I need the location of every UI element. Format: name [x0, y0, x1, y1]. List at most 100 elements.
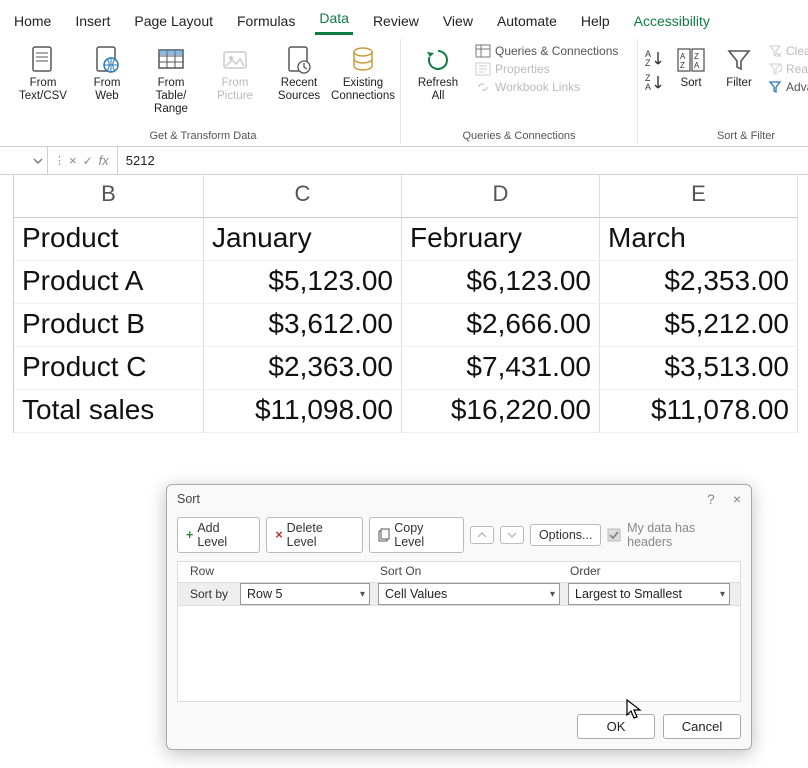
group-label: Get & Transform Data	[150, 128, 257, 144]
recent-sources-button[interactable]: Recent Sources	[268, 39, 330, 128]
refresh-all-button[interactable]: Refresh All	[407, 39, 469, 128]
cell[interactable]: $3,513.00	[600, 347, 798, 390]
tab-formulas[interactable]: Formulas	[233, 9, 299, 35]
tab-insert[interactable]: Insert	[71, 9, 114, 35]
svg-text:A: A	[680, 52, 686, 61]
sort-level-row: Sort by Row 5 ▾ Cell Values ▾ Largest to…	[178, 582, 740, 606]
tab-help[interactable]: Help	[577, 9, 614, 35]
cell[interactable]: $5,212.00	[600, 304, 798, 347]
move-up-button[interactable]	[470, 526, 494, 544]
fx-icon[interactable]: fx	[97, 153, 111, 168]
reapply-button[interactable]: Reapply	[764, 61, 808, 77]
existing-connections-button[interactable]: Existing Connections	[332, 39, 394, 128]
tab-automate[interactable]: Automate	[493, 9, 561, 35]
cell[interactable]: Product	[14, 218, 204, 261]
tab-data[interactable]: Data	[315, 6, 353, 35]
add-level-button[interactable]: + Add Level	[177, 517, 260, 553]
close-icon[interactable]: ×	[733, 491, 741, 507]
cell[interactable]: $2,666.00	[402, 304, 600, 347]
btn-label: Refresh All	[418, 77, 458, 103]
cell[interactable]: Product A	[14, 261, 204, 304]
from-picture-button[interactable]: From Picture	[204, 39, 266, 128]
svg-text:Z: Z	[694, 52, 699, 61]
label: Options...	[539, 528, 593, 542]
cancel-x-icon[interactable]: ×	[67, 153, 79, 168]
name-box[interactable]	[0, 147, 48, 174]
clear-filter-button[interactable]: Clear	[764, 43, 808, 59]
tab-home[interactable]: Home	[10, 9, 55, 35]
cell[interactable]: January	[204, 218, 402, 261]
sort-by-label: Sort by	[188, 583, 240, 605]
spreadsheet-grid[interactable]: B C D E Product January February March P…	[0, 175, 808, 433]
cancel-button[interactable]: Cancel	[663, 714, 741, 739]
cell[interactable]: Product C	[14, 347, 204, 390]
group-label: Sort & Filter	[717, 128, 775, 144]
copy-level-button[interactable]: Copy Level	[369, 517, 464, 553]
cell[interactable]: March	[600, 218, 798, 261]
dialog-title-text: Sort	[177, 492, 200, 506]
properties-button[interactable]: Properties	[471, 61, 631, 77]
order-combo[interactable]: Largest to Smallest ▾	[568, 583, 730, 605]
advanced-filter-button[interactable]: Advanced	[764, 79, 808, 95]
my-data-has-headers-checkbox[interactable]: My data has headers	[607, 521, 741, 549]
advanced-icon	[768, 80, 782, 94]
combo-value: Largest to Smallest	[575, 587, 682, 601]
btn-label: From Picture	[217, 77, 253, 103]
cell[interactable]: $7,431.00	[402, 347, 600, 390]
database-icon	[350, 43, 376, 77]
chevron-down-icon	[507, 530, 517, 540]
sort-ascending-button[interactable]: AZ	[644, 47, 666, 69]
cell[interactable]: $5,123.00	[204, 261, 402, 304]
cell[interactable]: $2,363.00	[204, 347, 402, 390]
move-down-button[interactable]	[500, 526, 524, 544]
ok-button[interactable]: OK	[577, 714, 655, 739]
funnel-icon	[726, 43, 752, 77]
tab-review[interactable]: Review	[369, 9, 423, 35]
tab-view[interactable]: View	[439, 9, 477, 35]
sort-on-combo[interactable]: Cell Values ▾	[378, 583, 560, 605]
delete-level-button[interactable]: × Delete Level	[266, 517, 363, 553]
options-button[interactable]: Options...	[530, 524, 602, 546]
dots-icon[interactable]: ⋮	[54, 154, 65, 167]
chevron-down-icon: ▾	[360, 589, 365, 600]
label: Workbook Links	[495, 80, 580, 94]
label: Queries & Connections	[495, 44, 618, 58]
sort-descending-button[interactable]: ZA	[644, 71, 666, 93]
cell[interactable]: $16,220.00	[402, 390, 600, 433]
sort-button[interactable]: AZZA Sort	[668, 39, 714, 128]
label: Properties	[495, 62, 550, 76]
link-icon	[475, 80, 491, 94]
cell[interactable]: February	[402, 218, 600, 261]
label: Reapply	[786, 62, 808, 76]
filter-button[interactable]: Filter	[716, 39, 762, 128]
btn-label: Existing Connections	[331, 77, 395, 103]
col-header-e[interactable]: E	[600, 175, 798, 218]
help-icon[interactable]: ?	[707, 491, 715, 507]
cell[interactable]: $11,078.00	[600, 390, 798, 433]
btn-label: Recent Sources	[278, 77, 320, 103]
label: Clear	[786, 44, 808, 58]
cell[interactable]: $2,353.00	[600, 261, 798, 304]
cell[interactable]: $3,612.00	[204, 304, 402, 347]
group-queries: Refresh All Queries & Connections Proper…	[401, 39, 638, 144]
cell[interactable]: Total sales	[14, 390, 204, 433]
label: Advanced	[786, 80, 808, 94]
formula-input[interactable]: 5212	[118, 153, 155, 168]
col-header-b[interactable]: B	[14, 175, 204, 218]
formula-bar: ⋮ × ✓ fx 5212	[0, 147, 808, 175]
queries-connections-button[interactable]: Queries & Connections	[471, 43, 631, 59]
accept-check-icon[interactable]: ✓	[81, 154, 95, 168]
workbook-links-button[interactable]: Workbook Links	[471, 79, 631, 95]
cell[interactable]: $6,123.00	[402, 261, 600, 304]
cell[interactable]: Product B	[14, 304, 204, 347]
from-web-button[interactable]: From Web	[76, 39, 138, 128]
from-text-csv-button[interactable]: From Text/CSV	[12, 39, 74, 128]
tab-page-layout[interactable]: Page Layout	[130, 9, 217, 35]
cell[interactable]: $11,098.00	[204, 390, 402, 433]
col-header-d[interactable]: D	[402, 175, 600, 218]
sort-icon: AZZA	[676, 43, 706, 77]
sort-by-combo[interactable]: Row 5 ▾	[240, 583, 370, 605]
from-table-button[interactable]: From Table/ Range	[140, 39, 202, 128]
col-header-c[interactable]: C	[204, 175, 402, 218]
tab-accessibility[interactable]: Accessibility	[630, 9, 714, 35]
